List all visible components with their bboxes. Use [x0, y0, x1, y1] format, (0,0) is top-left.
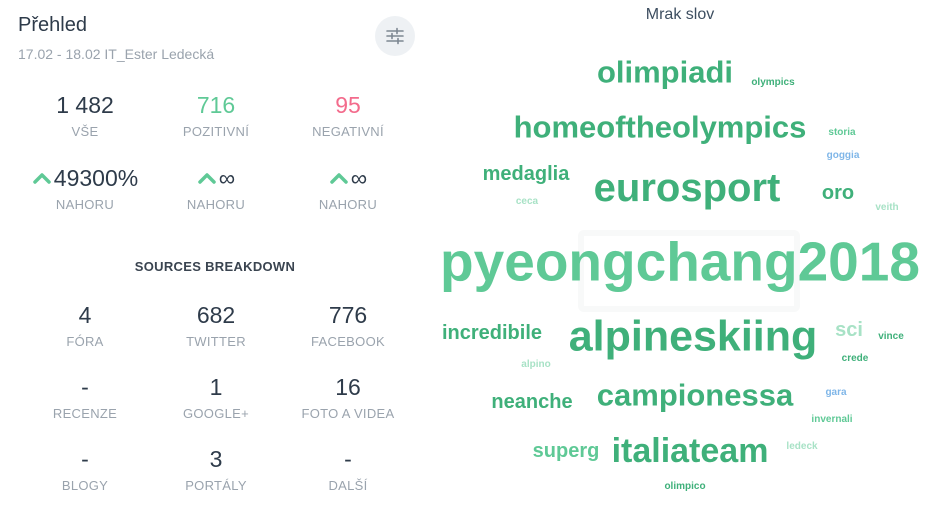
- word-cloud-word[interactable]: vince: [878, 332, 904, 342]
- word-cloud-word[interactable]: medaglia: [483, 164, 570, 184]
- word-cloud-word[interactable]: ceca: [516, 197, 538, 207]
- word-cloud-word[interactable]: storia: [828, 128, 855, 138]
- word-cloud-word[interactable]: alpineskiing: [569, 315, 818, 359]
- word-cloud-word[interactable]: olimpico: [664, 482, 705, 492]
- word-cloud-word[interactable]: sci: [835, 320, 863, 340]
- word-cloud-word[interactable]: invernali: [811, 415, 852, 425]
- word-cloud-word[interactable]: campionessa: [597, 380, 793, 411]
- dashboard: Přehled 17.02 - 18.02 IT_Ester Ledecká 1…: [0, 0, 944, 531]
- word-cloud-word[interactable]: olimpiadi: [597, 57, 733, 88]
- word-cloud-word[interactable]: veith: [875, 203, 898, 213]
- word-cloud-word[interactable]: alpino: [521, 360, 550, 370]
- word-cloud-word[interactable]: italiateam: [612, 434, 769, 468]
- word-cloud-word[interactable]: superg: [533, 441, 600, 461]
- word-cloud: olimpiadi olympics homeoftheolympics storia…: [0, 0, 944, 531]
- word-cloud-word[interactable]: olympics: [751, 78, 794, 88]
- word-cloud-word[interactable]: goggia: [827, 151, 860, 161]
- word-cloud-word[interactable]: ledeck: [786, 442, 817, 452]
- word-cloud-word[interactable]: oro: [822, 183, 854, 203]
- word-cloud-word[interactable]: pyeongchang2018: [440, 234, 920, 290]
- word-cloud-word[interactable]: gara: [825, 388, 846, 398]
- word-cloud-word[interactable]: crede: [842, 354, 869, 364]
- word-cloud-word[interactable]: neanche: [491, 392, 572, 412]
- word-cloud-word[interactable]: eurosport: [594, 168, 781, 208]
- word-cloud-word[interactable]: homeoftheolympics: [514, 112, 807, 143]
- word-cloud-word[interactable]: incredibile: [442, 323, 542, 343]
